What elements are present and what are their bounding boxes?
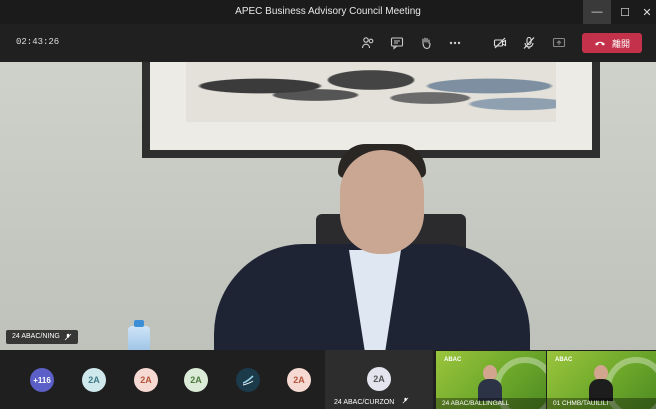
mic-toggle-button[interactable] (519, 33, 539, 53)
participant-name: 24 ABAC/CURZON (334, 399, 395, 406)
overflow-participants-button[interactable]: +116 (30, 368, 54, 392)
main-video (0, 62, 656, 350)
participant-tile-label: 24 ABAC/CURZON (334, 397, 409, 406)
minimize-button[interactable]: — (583, 0, 611, 24)
meeting-toolbar: 02:43:26 離開 (0, 24, 656, 62)
share-screen-button[interactable] (549, 33, 569, 53)
participant-video-tile[interactable]: ABAC 01 CHMB/TAUILILI (547, 351, 656, 409)
more-options-button[interactable] (445, 33, 465, 53)
organization-logo-icon (242, 375, 254, 386)
participant-avatar[interactable]: 2A (82, 368, 106, 392)
raise-hand-icon (422, 37, 431, 50)
mic-muted-icon (402, 397, 409, 404)
participant-avatar[interactable]: 2A (287, 368, 311, 392)
close-button[interactable]: ✕ (633, 0, 656, 24)
participant-figure (589, 365, 613, 401)
raise-hand-button[interactable] (416, 33, 436, 53)
participant-avatar-logo[interactable] (236, 368, 260, 392)
participants-icon (361, 37, 374, 49)
participant-tile-label: 24 ABAC/BALLINGALL (436, 398, 546, 409)
participant-avatar[interactable]: 2A (134, 368, 158, 392)
speaker-name: 24 ABAC/NING (12, 333, 60, 340)
participant-tile-label: 01 CHMB/TAUILILI (547, 398, 656, 409)
abac-logo: ABAC (444, 357, 462, 363)
leave-button[interactable]: 離開 (582, 33, 642, 53)
more-icon (449, 41, 461, 45)
leave-label: 離開 (611, 38, 630, 49)
window-title: APEC Business Advisory Council Meeting (235, 6, 421, 17)
mic-off-icon (523, 36, 535, 49)
mic-muted-icon (64, 333, 72, 341)
painting (186, 62, 556, 122)
share-screen-icon (552, 37, 566, 48)
water-bottle (128, 320, 150, 350)
participant-avatar[interactable]: 2A (184, 368, 208, 392)
chat-icon (390, 37, 404, 50)
phone-hangup-icon (594, 41, 605, 46)
camera-off-icon (493, 37, 507, 49)
participant-avatar[interactable]: 2A (367, 367, 391, 391)
participant-figure (478, 365, 502, 401)
speaker-head (340, 150, 424, 254)
chat-button[interactable] (387, 33, 407, 53)
title-bar: APEC Business Advisory Council Meeting —… (0, 0, 656, 24)
main-video-name-tag: 24 ABAC/NING (6, 330, 78, 344)
meeting-timer: 02:43:26 (16, 37, 60, 47)
participant-video-tile[interactable]: ABAC 24 ABAC/BALLINGALL (436, 351, 546, 409)
camera-toggle-button[interactable] (490, 33, 510, 53)
abac-logo: ABAC (555, 357, 573, 363)
participants-button[interactable] (358, 33, 378, 53)
